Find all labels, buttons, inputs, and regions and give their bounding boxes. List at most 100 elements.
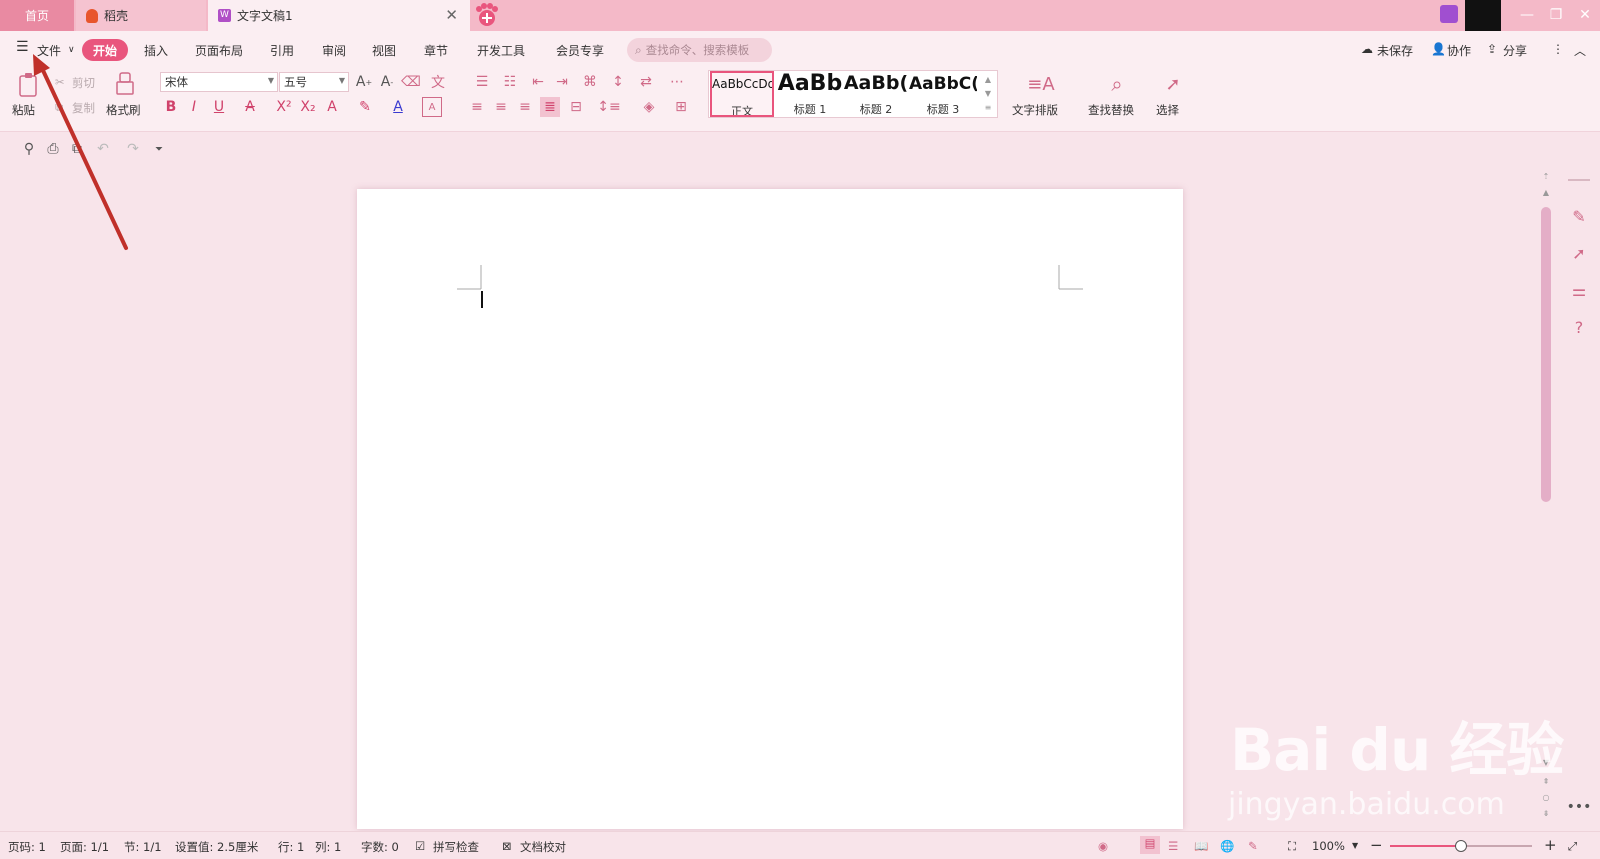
tab-section[interactable]: 章节 <box>424 42 448 59</box>
avatar[interactable] <box>1440 5 1458 23</box>
tab-developer[interactable]: 开发工具 <box>477 42 525 59</box>
more-vertical-icon[interactable]: ⋮ <box>1552 42 1564 56</box>
new-tab-button[interactable] <box>472 1 502 29</box>
align-center-icon[interactable]: ≡ <box>492 97 510 117</box>
search-icon[interactable]: ⌕ <box>1104 71 1130 97</box>
underline-icon[interactable]: U <box>209 97 229 117</box>
shading-icon[interactable]: ◈ <box>636 97 662 117</box>
tab-page-layout[interactable]: 页面布局 <box>195 42 243 59</box>
help-icon[interactable]: ? <box>1568 316 1590 338</box>
char-border-icon[interactable]: A <box>422 97 442 117</box>
highlight-icon[interactable]: ✎ <box>355 97 375 117</box>
status-col[interactable]: 列: 1 <box>315 839 341 855</box>
status-word-count[interactable]: 字数: 0 <box>361 839 399 855</box>
tab-document[interactable]: W 文字文稿1 ✕ <box>208 0 470 31</box>
decrease-indent-icon[interactable]: ⇤ <box>528 72 548 92</box>
cursor-icon[interactable]: ➚ <box>1160 71 1186 97</box>
settings-sliders-icon[interactable]: ⚌ <box>1568 279 1590 301</box>
chinese-layout-icon[interactable]: ⌘ <box>578 72 602 92</box>
web-view-icon[interactable]: 🌐 <box>1220 839 1234 853</box>
scroll-top-icon[interactable]: ⇡ <box>1541 172 1551 186</box>
search-placeholder: 查找命令、搜索模板 <box>645 43 750 57</box>
search-input[interactable]: ⌕ 查找命令、搜索模板 <box>627 38 772 62</box>
text-direction-icon[interactable]: ⇄ <box>634 72 658 92</box>
pen-icon[interactable]: ✎ <box>1568 205 1590 227</box>
numbered-list-icon[interactable]: ☷ <box>498 72 522 92</box>
text-effect-icon[interactable]: A <box>322 97 342 117</box>
share-icon: ⇪ <box>1487 42 1498 56</box>
grow-font-icon[interactable]: A + <box>355 72 373 92</box>
zoom-level[interactable]: 100% <box>1312 839 1345 853</box>
justify-icon[interactable]: ≣ <box>540 97 560 117</box>
select-button[interactable]: 选择 <box>1156 102 1179 118</box>
tab-view[interactable]: 视图 <box>372 42 396 59</box>
tab-member[interactable]: 会员专享 <box>556 42 604 59</box>
style-name: 标题 3 <box>926 103 960 116</box>
strikethrough-icon[interactable]: A <box>240 97 260 117</box>
subscript-icon[interactable]: X₂ <box>298 97 318 117</box>
text-layout-icon[interactable]: ≡A <box>1027 71 1054 97</box>
collapse-ribbon-icon[interactable]: ︿ <box>1574 42 1586 59</box>
zoom-in-icon[interactable]: + <box>1544 836 1557 854</box>
sort-icon[interactable]: ↕ <box>608 72 628 92</box>
status-page-number[interactable]: 页码: 1 <box>8 839 46 855</box>
clear-format-icon[interactable]: ⌫ <box>401 72 421 92</box>
gallery-scroll[interactable]: ▲ ▼ ≡ <box>981 73 995 115</box>
minimize-icon[interactable]: — <box>1516 4 1538 26</box>
collab-button[interactable]: 协作 <box>1447 42 1471 59</box>
style-normal[interactable]: AaBbCcDd 正文 <box>710 71 774 117</box>
scroll-up-icon[interactable]: ▲ <box>1541 188 1551 200</box>
page-view-icon[interactable]: ▤ <box>1140 836 1160 854</box>
status-pages[interactable]: 页面: 1/1 <box>60 839 109 855</box>
font-color-icon[interactable]: A <box>388 97 408 117</box>
unsaved-status[interactable]: 未保存 <box>1377 42 1413 59</box>
paw-plus-icon <box>476 3 498 26</box>
pinyin-icon[interactable]: 文 <box>426 72 450 92</box>
status-setting[interactable]: 设置值: 2.5厘米 <box>175 839 258 855</box>
increase-indent-icon[interactable]: ⇥ <box>552 72 572 92</box>
doc-proof-button[interactable]: 文档校对 <box>520 839 566 855</box>
status-row[interactable]: 行: 1 <box>278 839 304 855</box>
align-right-icon[interactable]: ≡ <box>516 97 534 117</box>
fullscreen-icon[interactable]: ⤢ <box>1568 839 1577 854</box>
fit-page-icon[interactable]: ⛶ <box>1288 839 1296 854</box>
title-bar: 首页 稻壳 W 文字文稿1 ✕ — ❐ ✕ <box>0 0 1600 31</box>
cursor-select-icon[interactable]: ➚ <box>1568 242 1590 264</box>
superscript-icon[interactable]: X² <box>274 97 294 117</box>
more-horizontal-icon[interactable]: ••• <box>1567 799 1592 815</box>
document-page[interactable] <box>357 189 1183 829</box>
tab-review[interactable]: 审阅 <box>322 42 346 59</box>
line-spacing-icon[interactable]: ↕≡ <box>596 97 622 117</box>
style-heading-3[interactable]: AaBbC( 标题 3 <box>909 71 977 117</box>
reading-view-icon[interactable]: 📖 <box>1194 839 1208 853</box>
outline-view-icon[interactable]: ☰ <box>1168 839 1178 853</box>
zoom-slider-handle[interactable] <box>1455 840 1467 852</box>
eye-protection-icon[interactable]: ◉ <box>1098 839 1108 853</box>
borders-icon[interactable]: ⊞ <box>668 97 694 117</box>
text-layout-button[interactable]: 文字排版 <box>1012 102 1058 118</box>
show-marks-icon[interactable]: ⋯ <box>666 72 688 92</box>
shrink-font-icon[interactable]: A- <box>378 72 396 92</box>
style-heading-1[interactable]: AaBb 标题 1 <box>777 71 843 117</box>
find-replace-button[interactable]: 查找替换 <box>1088 102 1134 118</box>
style-name: 标题 2 <box>859 103 893 116</box>
close-window-icon[interactable]: ✕ <box>1574 4 1596 26</box>
status-section[interactable]: 节: 1/1 <box>124 839 162 855</box>
bullet-list-icon[interactable]: ☰ <box>470 72 494 92</box>
spell-check-button[interactable]: 拼写检查 <box>433 839 479 855</box>
sidebar-handle[interactable] <box>1568 179 1590 181</box>
vertical-scrollbar-thumb[interactable] <box>1541 207 1551 502</box>
font-size-select[interactable]: 五号 ▼ <box>279 72 349 92</box>
distribute-icon[interactable]: ⊟ <box>566 97 586 117</box>
restore-icon[interactable]: ❐ <box>1545 4 1567 26</box>
align-left-icon[interactable]: ≡ <box>468 97 486 117</box>
chevron-down-icon[interactable]: ▼ <box>1352 841 1358 850</box>
tab-document-label: 文字文稿1 <box>237 9 293 23</box>
writing-mode-icon[interactable]: ✎ <box>1248 839 1258 853</box>
close-tab-icon[interactable]: ✕ <box>445 6 458 24</box>
style-heading-2[interactable]: AaBb( 标题 2 <box>843 71 909 117</box>
text-cursor <box>481 291 483 308</box>
tab-references[interactable]: 引用 <box>270 42 294 59</box>
zoom-out-icon[interactable]: − <box>1370 836 1383 854</box>
share-button[interactable]: 分享 <box>1503 42 1527 59</box>
